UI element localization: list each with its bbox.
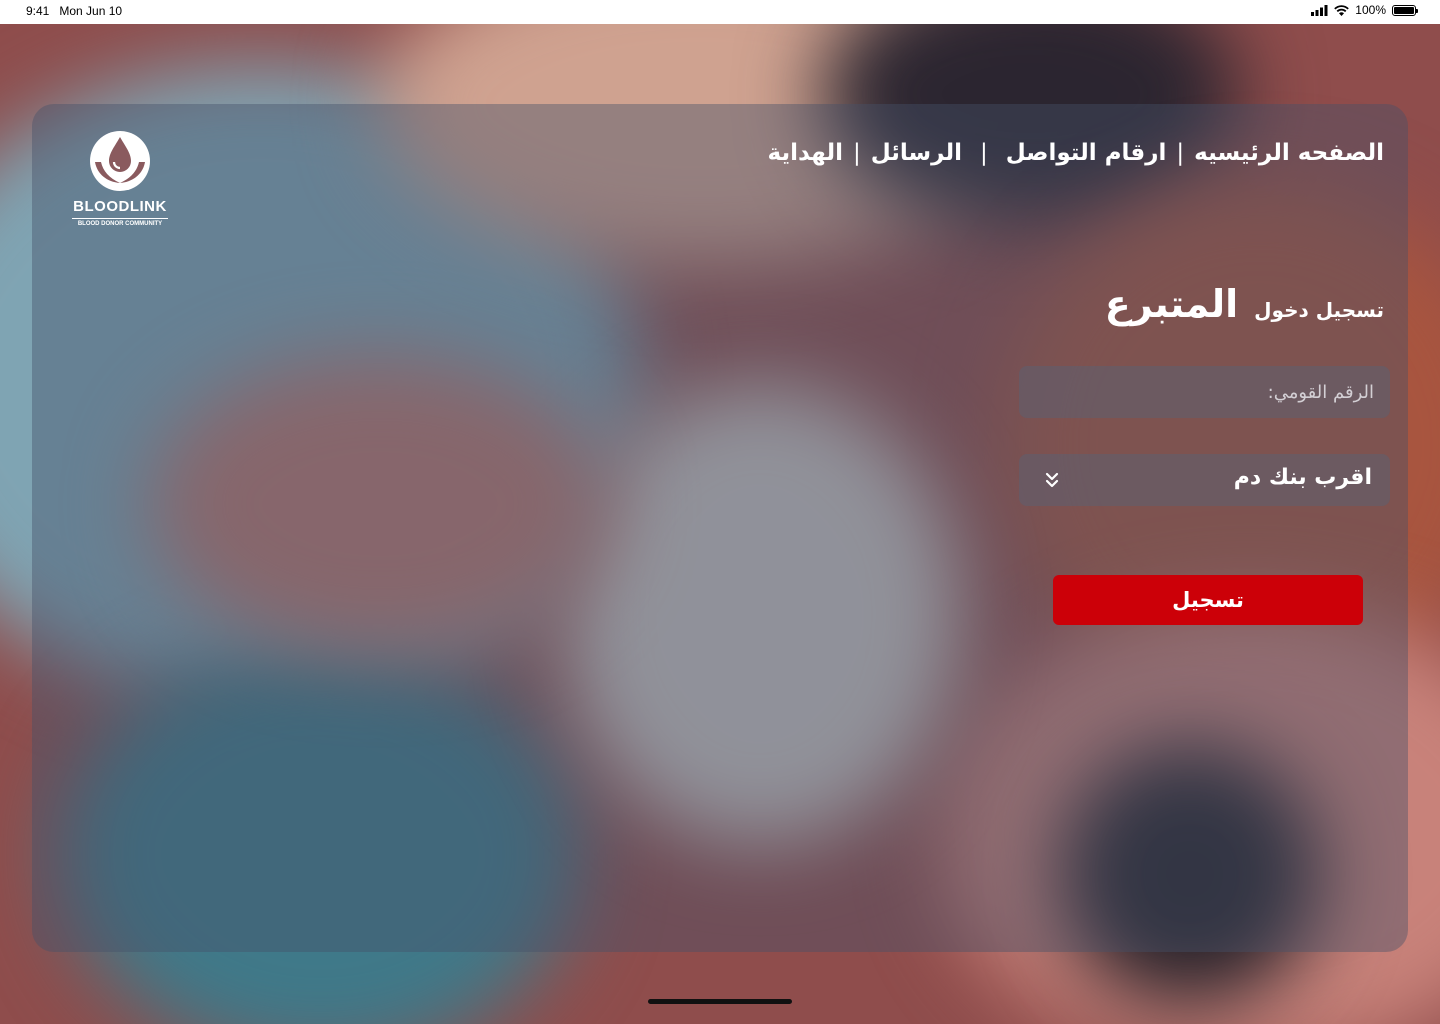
status-clock: 9:41: [26, 4, 50, 18]
status-bar: 9:41 Mon Jun 10 100%: [0, 0, 1440, 24]
home-indicator: [648, 999, 792, 1004]
register-button[interactable]: تسجيل: [1053, 575, 1363, 625]
battery-percent: 100%: [1355, 3, 1386, 17]
nav-contact-numbers[interactable]: ارقام التواصل: [1006, 140, 1167, 166]
status-indicators: 100%: [1311, 3, 1418, 17]
wifi-icon: [1334, 4, 1350, 16]
bloodlink-logo[interactable]: BLOODLINK BLOOD DONOR COMMUNITY: [60, 128, 180, 232]
nav-messages[interactable]: الرسائل: [871, 140, 962, 166]
national-id-input[interactable]: [1019, 366, 1390, 418]
blood-drop-hands-icon: [90, 131, 150, 191]
nearest-blood-bank-select[interactable]: اقرب بنك دم: [1019, 454, 1390, 506]
nav-separator: |: [979, 140, 988, 166]
brand-divider: [72, 218, 168, 219]
nav-separator: |: [1176, 140, 1185, 166]
status-date: Mon Jun 10: [59, 4, 123, 18]
nav-guidance[interactable]: الهداية: [768, 140, 843, 166]
brand-tagline: BLOOD DONOR COMMUNITY: [77, 221, 163, 227]
brand-name: BLOODLINK: [73, 198, 167, 215]
login-heading: تسجيل دخول المتبرع: [1105, 282, 1384, 326]
battery-icon: [1392, 4, 1418, 16]
chevron-double-down-icon: [1045, 472, 1059, 488]
nav-home[interactable]: الصفحه الرئيسيه: [1194, 140, 1384, 166]
glass-card: [32, 104, 1408, 952]
login-subtitle: تسجيل دخول: [1254, 298, 1384, 322]
login-title: المتبرع: [1104, 282, 1239, 326]
top-nav: الصفحه الرئيسيه | ارقام التواصل | الرسائ…: [768, 140, 1385, 166]
cellular-signal-icon: [1311, 4, 1328, 16]
status-time: 9:41 Mon Jun 10: [26, 4, 122, 18]
nearest-blood-bank-label: اقرب بنك دم: [1233, 465, 1372, 490]
nav-separator: |: [852, 140, 861, 166]
